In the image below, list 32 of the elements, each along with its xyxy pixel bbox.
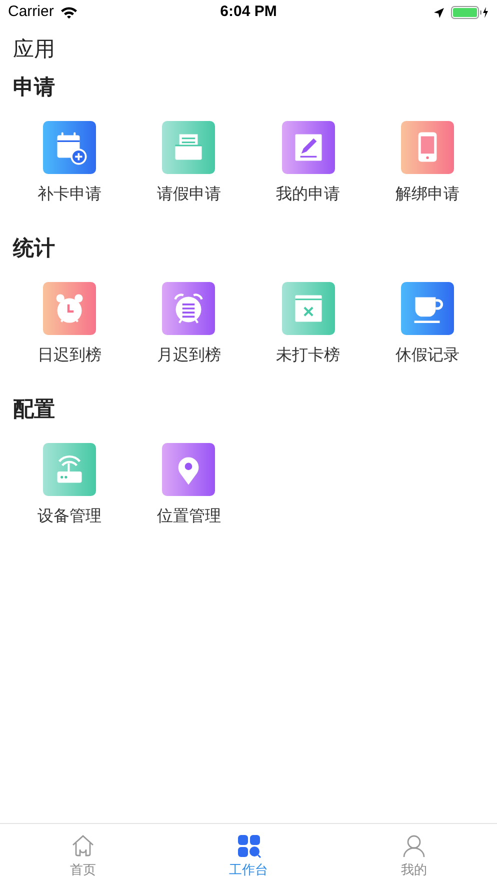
section-heading: 配置 (13, 397, 55, 423)
battery-icon (451, 6, 489, 19)
app-label: 日迟到榜 (38, 346, 102, 366)
app-label: 我的申请 (276, 184, 340, 205)
cup-icon[interactable] (400, 282, 454, 335)
location-arrow-icon (433, 6, 445, 18)
app-label: 月迟到榜 (156, 346, 221, 366)
tab-bar-item[interactable]: 首页 (0, 824, 166, 883)
clock-icon[interactable] (43, 282, 96, 335)
home-icon (70, 834, 95, 858)
carrier-name: Carrier (8, 2, 54, 22)
app-label: 休假记录 (395, 346, 460, 366)
person-icon (402, 834, 426, 858)
wifi-icon (60, 6, 78, 19)
pencil-icon[interactable] (282, 121, 335, 174)
app-label: 解绑申请 (395, 184, 460, 205)
section-heading: 申请 (13, 75, 55, 101)
section-heading: 统计 (13, 236, 55, 262)
page-title: 应用 (13, 37, 55, 63)
pin-icon[interactable] (162, 443, 216, 496)
app-label: 未打卡榜 (276, 346, 340, 366)
app-label: 位置管理 (156, 507, 221, 527)
app-label: 设备管理 (38, 507, 102, 527)
status-time: 6:04 PM (219, 2, 278, 22)
grid-icon (236, 834, 260, 858)
app-label: 请假申请 (156, 184, 221, 205)
phone-icon[interactable] (400, 121, 454, 174)
calendar-add-icon[interactable] (43, 121, 96, 174)
tab-bar-item[interactable]: 工作台 (166, 824, 332, 883)
app-label: 补卡申请 (38, 184, 102, 205)
tab-bar-item[interactable]: 我的 (331, 824, 497, 883)
alarm-list-icon[interactable] (162, 282, 216, 335)
